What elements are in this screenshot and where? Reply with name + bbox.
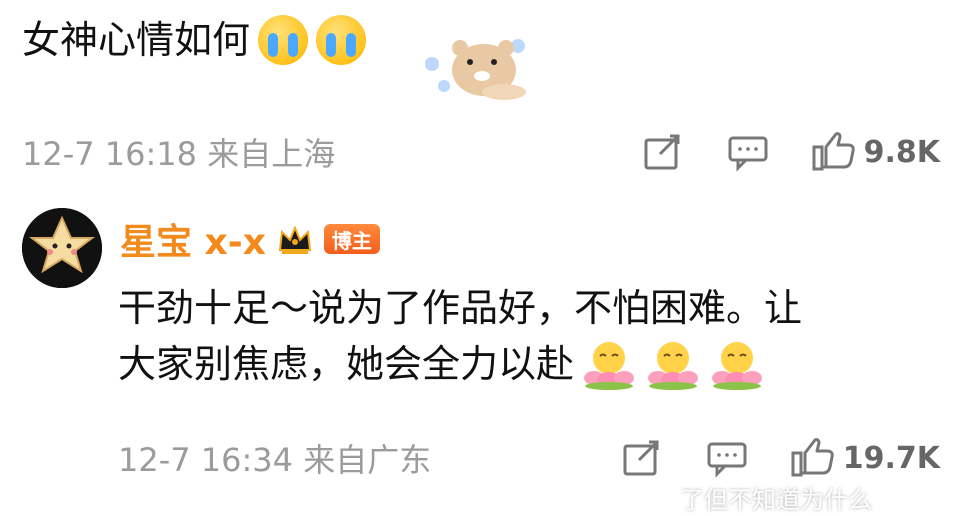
- like-icon: [812, 132, 855, 171]
- share-button[interactable]: [642, 132, 686, 172]
- like-button[interactable]: 19.7K: [789, 437, 940, 479]
- like-button[interactable]: 9.8K: [810, 131, 940, 173]
- comment-button[interactable]: [726, 132, 770, 172]
- reply-text-line-2: 大家别焦虑，她会全力以赴: [118, 336, 938, 392]
- watermark-text: 了但不知道为什么: [680, 486, 872, 514]
- reply-text: 干劲十足～说为了作品好，不怕困难。让 大家别焦虑，她会全力以赴: [118, 280, 938, 392]
- like-count: 19.7K: [842, 440, 940, 476]
- parent-comment-content: 女神心情如何: [22, 18, 251, 62]
- parent-comment-meta-row: 12-7 16:18 来自上海 9.8K: [22, 131, 940, 173]
- crying-emoji-icon: [316, 15, 367, 65]
- like-icon: [791, 438, 834, 477]
- reply-text-line-1: 干劲十足～说为了作品好，不怕困难。让: [118, 280, 938, 336]
- lotus-emoji-icon: [584, 342, 635, 390]
- avatar[interactable]: [22, 208, 102, 288]
- share-icon: [644, 134, 680, 170]
- blogger-badge: 博主: [323, 224, 380, 254]
- share-button[interactable]: [621, 438, 665, 478]
- bear-sticker-icon: [425, 39, 526, 100]
- reply-meta: 12-7 16:34 来自广东: [118, 441, 432, 479]
- reply-line-1: 干劲十足～说为了作品好，不怕困难。让: [118, 286, 803, 330]
- reply-line-2: 大家别焦虑，她会全力以赴: [118, 342, 575, 386]
- crown-icon: [278, 225, 312, 254]
- comment-icon: [728, 136, 768, 172]
- lotus-emoji-icon: [648, 342, 699, 390]
- reply-meta-row: 12-7 16:34 来自广东 19.7K: [22, 437, 940, 479]
- comment-button[interactable]: [705, 438, 749, 478]
- crying-emoji-icon: [258, 15, 309, 65]
- comment-icon: [707, 442, 747, 478]
- parent-comment-text: 女神心情如何: [22, 14, 367, 66]
- like-count: 9.8K: [863, 134, 940, 170]
- lotus-emoji-icon: [712, 342, 763, 390]
- parent-comment-meta: 12-7 16:18 来自上海: [22, 135, 336, 173]
- comment-thread: 女神心情如何 12-7 16:18 来自上海 9.8K 星宝 x-x 博主 干劲…: [0, 0, 980, 516]
- star-avatar-icon: [22, 208, 102, 288]
- reply-header: 星宝 x-x 博主: [120, 213, 380, 265]
- username[interactable]: 星宝 x-x: [120, 213, 266, 265]
- share-icon: [623, 440, 659, 476]
